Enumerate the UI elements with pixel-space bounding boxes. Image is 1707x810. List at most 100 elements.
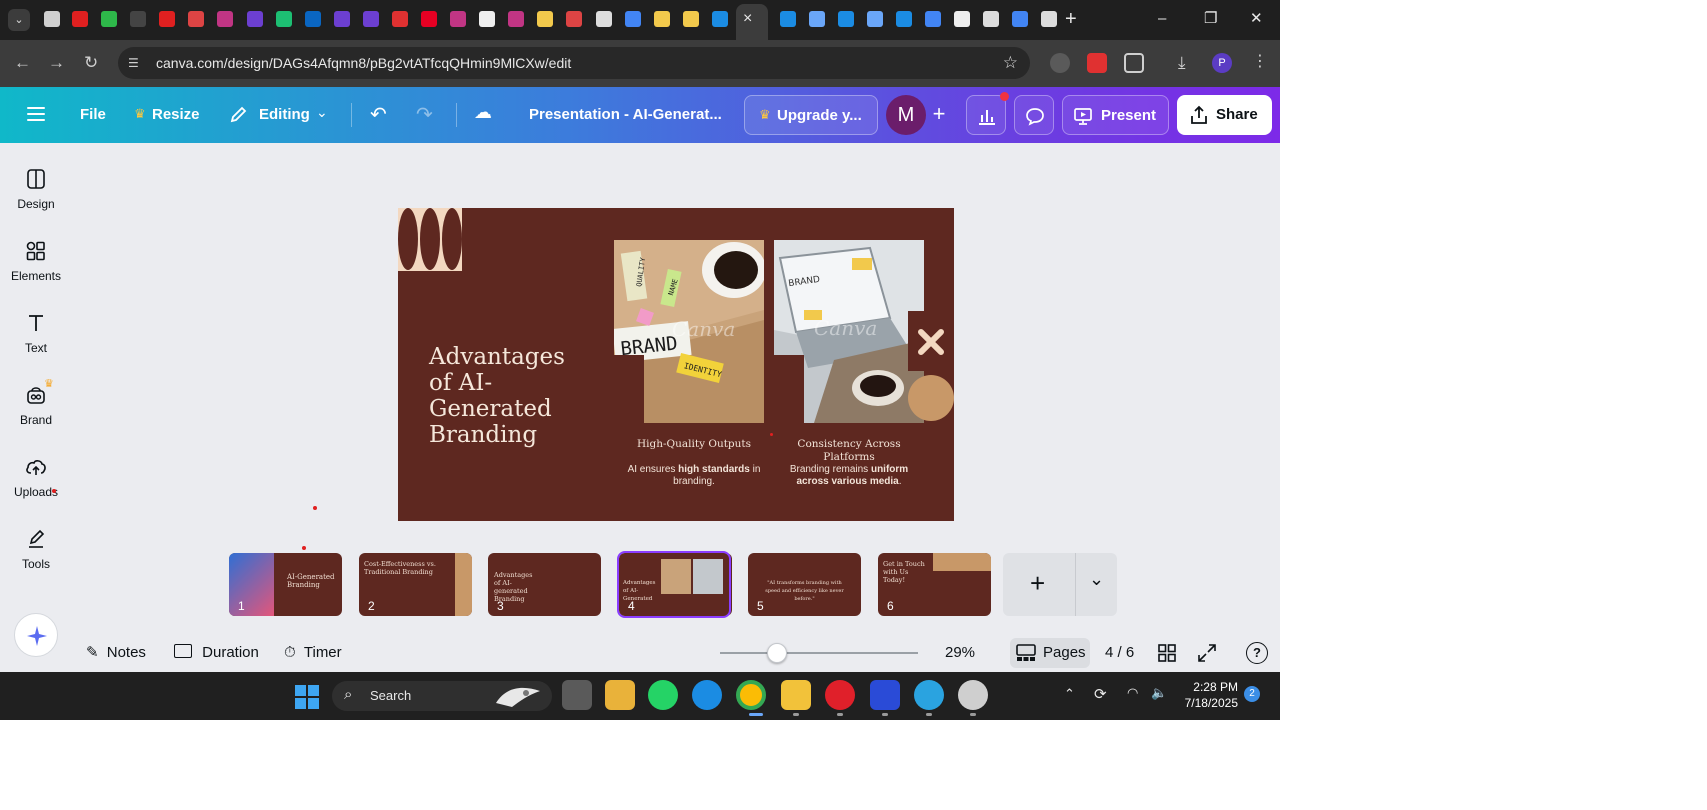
clock-app-icon[interactable] xyxy=(958,680,988,710)
tab-favicon[interactable] xyxy=(72,11,88,27)
fullscreen-icon[interactable] xyxy=(1198,644,1216,662)
telegram-icon[interactable] xyxy=(914,680,944,710)
column-caption-quality[interactable]: High-Quality Outputs xyxy=(624,438,764,451)
page-thumbnail-3[interactable]: Advantages of AI-generated Branding 3 xyxy=(488,553,601,616)
tab-favicon[interactable] xyxy=(596,11,612,27)
whatsapp-icon[interactable] xyxy=(648,680,678,710)
user-avatar[interactable]: M xyxy=(886,95,926,135)
page-thumbnail-2[interactable]: Cost-Effectiveness vs. Traditional Brand… xyxy=(359,553,472,616)
new-tab-button[interactable]: + xyxy=(1065,8,1077,30)
tab-favicon[interactable] xyxy=(159,11,175,27)
page-thumbnail-5[interactable]: "AI transforms branding with speed and e… xyxy=(748,553,861,616)
zoom-percentage[interactable]: 29% xyxy=(945,643,975,663)
tab-favicon[interactable] xyxy=(276,11,292,27)
page-thumbnail-6[interactable]: Get in Touch with Us Today! 6 xyxy=(878,553,991,616)
notification-count-badge[interactable]: 2 xyxy=(1244,686,1260,702)
tab-favicon[interactable] xyxy=(217,11,233,27)
tab-favicon[interactable] xyxy=(1041,11,1057,27)
extensions-puzzle-icon[interactable] xyxy=(1124,53,1144,73)
pages-toggle-button[interactable]: Pages xyxy=(1010,638,1090,668)
url-text[interactable]: canva.com/design/DAGs4Afqmn8/pBg2vtATfcq… xyxy=(156,55,571,71)
tab-search-button[interactable]: ⌄ xyxy=(8,9,30,31)
tab-favicon[interactable] xyxy=(566,11,582,27)
tab-favicon[interactable] xyxy=(1012,11,1028,27)
tab-favicon[interactable] xyxy=(654,11,670,27)
tab-favicon[interactable] xyxy=(334,11,350,27)
page-thumbnail-1[interactable]: AI-Generated Branding 1 xyxy=(229,553,342,616)
tab-favicon[interactable] xyxy=(363,11,379,27)
design-title[interactable]: Presentation - AI-Generat... xyxy=(529,105,722,125)
tab-favicon[interactable] xyxy=(867,11,883,27)
extension-icon[interactable] xyxy=(1087,53,1107,73)
sidebar-item-brand[interactable]: ♛ Brand xyxy=(0,378,72,443)
sidebar-item-uploads[interactable]: Uploads xyxy=(0,455,72,515)
comments-button[interactable] xyxy=(1014,95,1054,135)
sync-icon[interactable]: ⟳ xyxy=(1094,685,1107,703)
resize-button[interactable]: Resize xyxy=(152,105,200,125)
l-app-icon[interactable] xyxy=(870,680,900,710)
close-tab-button[interactable]: × xyxy=(743,9,752,29)
opera-icon[interactable] xyxy=(825,680,855,710)
sidebar-item-elements[interactable]: Elements xyxy=(0,239,72,299)
tab-favicon[interactable] xyxy=(101,11,117,27)
tab-favicon[interactable] xyxy=(508,11,524,27)
upgrade-button[interactable]: ♛ Upgrade y... xyxy=(744,95,878,135)
insights-button[interactable] xyxy=(966,95,1006,135)
tab-favicon[interactable] xyxy=(305,11,321,27)
file-menu[interactable]: File xyxy=(80,105,106,125)
chevron-down-icon[interactable]: ⌄ xyxy=(1089,569,1104,589)
chevron-down-icon[interactable]: ⌄ xyxy=(316,104,328,121)
volume-icon[interactable]: 🔈 xyxy=(1151,685,1167,701)
tab-favicon[interactable] xyxy=(954,11,970,27)
extension-icon[interactable] xyxy=(1050,53,1070,73)
address-bar[interactable]: ☰ canva.com/design/DAGs4Afqmn8/pBg2vtATf… xyxy=(118,47,1030,79)
tab-favicon[interactable] xyxy=(983,11,999,27)
sidebar-item-design[interactable]: Design xyxy=(0,167,72,227)
tab-favicon[interactable] xyxy=(809,11,825,27)
tab-favicon[interactable] xyxy=(188,11,204,27)
tab-favicon[interactable] xyxy=(625,11,641,27)
sidebar-item-text[interactable]: Text xyxy=(0,311,72,371)
windows-start-icon[interactable] xyxy=(295,685,319,709)
tab-favicon[interactable] xyxy=(44,11,60,27)
hamburger-menu-icon[interactable] xyxy=(27,106,45,127)
timer-button[interactable]: ⏱ Timer xyxy=(284,643,342,663)
redo-icon[interactable]: ↷ xyxy=(416,102,433,127)
sidebar-item-tools[interactable]: Tools xyxy=(0,527,72,587)
add-page-button[interactable]: + ⌄ xyxy=(1003,553,1117,616)
add-collaborator-button[interactable]: + xyxy=(922,98,956,132)
bookmark-star-icon[interactable]: ☆ xyxy=(1003,53,1018,73)
column-caption-consistency[interactable]: Consistency Across Platforms xyxy=(774,438,924,464)
file-explorer-icon[interactable] xyxy=(781,680,811,710)
profile-avatar[interactable]: P xyxy=(1212,53,1232,73)
forward-arrow-icon[interactable]: → xyxy=(48,52,65,74)
duration-button[interactable]: Duration xyxy=(174,643,259,663)
tab-favicon[interactable] xyxy=(712,11,728,27)
present-button[interactable]: Present xyxy=(1062,95,1169,135)
taskbar-search[interactable]: ⌕ Search xyxy=(332,681,552,711)
tab-favicon[interactable] xyxy=(130,11,146,27)
column-body-consistency[interactable]: Branding remains uniform across various … xyxy=(784,464,914,488)
wifi-icon[interactable]: ◠ xyxy=(1127,685,1138,701)
close-window-button[interactable]: ✕ xyxy=(1250,8,1263,30)
microsoft-store-icon[interactable] xyxy=(605,680,635,710)
share-button[interactable]: Share xyxy=(1177,95,1272,135)
taskbar-date[interactable]: 7/18/2025 xyxy=(1170,696,1238,711)
tab-favicon[interactable] xyxy=(392,11,408,27)
show-hidden-icons[interactable]: ⌃ xyxy=(1064,686,1075,702)
tab-favicon[interactable] xyxy=(683,11,699,27)
slide-title[interactable]: Advantages of AI-Generated Branding xyxy=(429,344,579,448)
back-arrow-icon[interactable]: ← xyxy=(14,52,31,74)
tab-favicon[interactable] xyxy=(896,11,912,27)
grid-view-icon[interactable] xyxy=(1158,644,1176,662)
site-info-icon[interactable]: ☰ xyxy=(128,54,146,72)
tab-favicon[interactable] xyxy=(780,11,796,27)
tab-favicon[interactable] xyxy=(421,11,437,27)
column-body-quality[interactable]: AI ensures high standards in branding. xyxy=(624,464,764,488)
undo-icon[interactable]: ↶ xyxy=(370,102,387,127)
editing-mode-dropdown[interactable]: Editing xyxy=(259,105,310,125)
notes-button[interactable]: ✎ Notes xyxy=(86,643,146,663)
tab-favicon[interactable] xyxy=(479,11,495,27)
magic-assistant-button[interactable] xyxy=(14,613,58,657)
zoom-slider[interactable] xyxy=(720,652,918,654)
